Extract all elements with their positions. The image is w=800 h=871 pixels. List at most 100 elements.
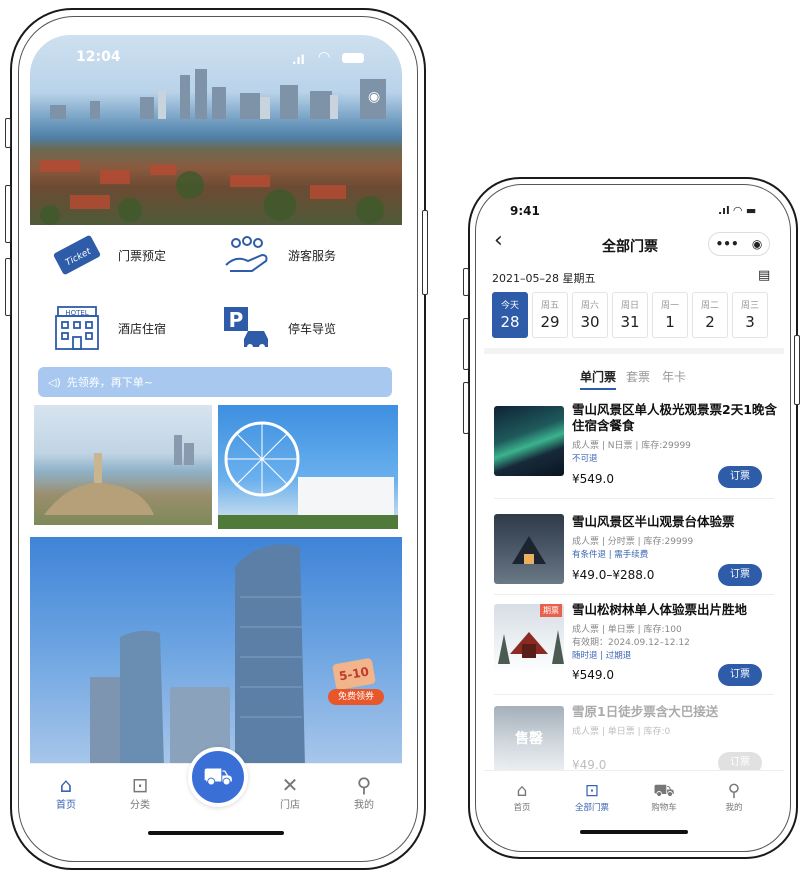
photo-tile-island[interactable] [34,405,212,525]
wifi-icon: ◠ [318,49,331,65]
tab-single-ticket[interactable]: 单门票 [580,368,616,385]
nav-profile[interactable]: ⚲ 我的 [704,781,764,813]
date-cell[interactable]: 周六 30 [572,292,608,338]
section-separator [484,348,784,354]
list-divider [494,594,774,595]
home-indicator [580,830,688,834]
nav-home[interactable]: ⌂ 首页 [36,774,96,811]
island-image [44,435,194,515]
left-side-button [5,185,11,243]
nav-category[interactable]: ⊡ 分类 [110,774,170,811]
feature-parking[interactable]: P 停车导览 [222,305,336,351]
ticket-price: ¥549.0 [572,472,614,486]
left-screen: 12:04 .ıl ◠ ◉ Ticket 门票预定 游客服务 HOTEL 酒店住… [30,35,402,838]
bag-icon: ⊡ [131,773,149,797]
tower-image [90,544,305,767]
refund-tags: 随时退 | 过期退 [572,651,632,661]
page-title: 全部门票 [602,239,658,255]
nav-all-tickets[interactable]: ⊡ 全部门票 [562,781,622,813]
nav-label: 门店 [280,800,300,811]
nav-cart[interactable]: ⛟ 购物车 [634,781,694,813]
home-icon: ⌂ [59,773,73,797]
pass-badge: 期票 [540,604,562,617]
ticket-bag-icon: ⊡ [584,781,600,801]
tab-package[interactable]: 套票 [626,368,650,385]
book-button[interactable]: 订票 [718,466,762,488]
nav-label: 分类 [130,800,150,811]
ticket-meta: 成人票 | 单日票 | 库存:0 [572,727,671,737]
tab-underline [580,388,616,390]
ticket-item[interactable]: 售罄 雪原1日徒步票含大巴接送 成人票 | 单日票 | 库存:0 ¥49.0 订… [484,704,784,776]
promo-coupon-number: 5-10 [332,657,376,691]
nav-profile[interactable]: ⚲ 我的 [334,774,394,811]
user-icon: ⚲ [356,773,372,797]
status-icons: .ıl ◠ ▬ [718,204,757,217]
nav-label: 我的 [725,803,743,813]
store-icon: ✕ [281,773,299,797]
ticket-item[interactable]: 雪山风景区半山观景台体验票 成人票 | 分时票 | 库存:29999 有条件退 … [484,510,784,600]
promo-coupon-badge[interactable]: 5-10 免费领券 [328,655,384,721]
hero-banner: 12:04 .ıl ◠ ◉ [30,35,402,225]
svg-text:P: P [229,308,244,332]
feature-visitor-service[interactable]: 游客服务 [222,235,336,275]
status-time: 12:04 [76,49,121,65]
nav-home[interactable]: ⌂ 首页 [492,781,552,813]
ticket-title: 雪山松树林单人体验票出片胜地 [572,602,748,617]
date-cell[interactable]: 今天 28 [492,292,528,338]
refund-tags: 不可退 [572,454,598,464]
left-side-button [422,210,428,295]
nav-store[interactable]: ✕ 门店 [260,774,320,811]
tower-banner[interactable]: 5-10 免费领券 [30,537,402,767]
target-icon[interactable]: ◉ [752,237,762,251]
speaker-icon: ◁) [48,375,61,389]
photo-tile-ferris-wheel[interactable] [218,405,398,529]
status-time: 9:41 [510,204,540,218]
right-side-button [794,335,800,405]
date-cell[interactable]: 周二 2 [692,292,728,338]
ticket-meta: 成人票 | 单日票 | 库存:100 [572,625,682,635]
signal-icon: .ıl [292,53,305,67]
ticket-title: 雪原1日徒步票含大巴接送 [572,704,719,719]
coupon-notice-bar[interactable]: ◁) 先领券，再下单~ [38,367,392,397]
hotel-icon: HOTEL [55,306,99,350]
target-icon[interactable]: ◉ [368,89,380,105]
date-cell[interactable]: 周一 1 [652,292,688,338]
feature-label: 停车导览 [288,321,337,336]
right-side-button [463,318,469,370]
ticket-meta: 成人票 | 分时票 | 库存:29999 [572,537,694,547]
aurora-image [494,406,564,476]
date-cell[interactable]: 周五 29 [532,292,568,338]
book-button[interactable]: 订票 [718,564,762,586]
right-screen: 9:41 .ıl ◠ ▬ ‹ 全部门票 ••• ◉ 2021–05–28 星期五… [484,192,784,844]
more-icon[interactable]: ••• [716,237,739,251]
cart-button[interactable]: ⛟ [188,747,248,807]
feature-label: 游客服务 [288,248,337,263]
notice-text: 先领券，再下单~ [66,376,153,389]
mini-program-capsule[interactable]: ••• ◉ [708,232,770,256]
nav-label: 首页 [56,800,76,811]
tab-annual-card[interactable]: 年卡 [662,368,686,385]
feature-ticket-booking[interactable]: Ticket 门票预定 [52,235,166,275]
back-icon[interactable]: ‹ [494,228,503,253]
ticket-item[interactable]: 期票 雪山松树林单人体验票出片胜地 成人票 | 单日票 | 库存:100 有效期… [484,602,784,698]
sold-out-overlay: 售罄 [515,731,543,747]
battery-icon [342,53,364,63]
feature-label: 酒店住宿 [118,321,167,336]
ferris-wheel-image [218,421,398,529]
user-icon: ⚲ [727,781,741,801]
visitor-service-icon [225,236,268,272]
date-line: 2021–05–28 星期五 [492,272,596,285]
ticket-item[interactable]: 雪山风景区单人极光观景票2天1晚含住宿含餐食 成人票 | N日票 | 库存:29… [484,402,784,502]
date-cell[interactable]: 周日 31 [612,292,648,338]
list-divider [494,498,774,499]
svg-text:HOTEL: HOTEL [65,309,88,317]
feature-hotel[interactable]: HOTEL 酒店住宿 [52,305,166,351]
book-button[interactable]: 订票 [718,664,762,686]
refund-tags: 有条件退 | 需手续费 [572,550,649,560]
calendar-icon[interactable]: ▤ [758,268,770,283]
ticket-title: 雪山风景区半山观景台体验票 [572,514,735,529]
parking-icon: P [224,307,268,350]
cart-icon: ⛟ [202,761,234,790]
ticket-meta: 成人票 | N日票 | 库存:29999 [572,441,691,451]
date-cell[interactable]: 周三 3 [732,292,768,338]
